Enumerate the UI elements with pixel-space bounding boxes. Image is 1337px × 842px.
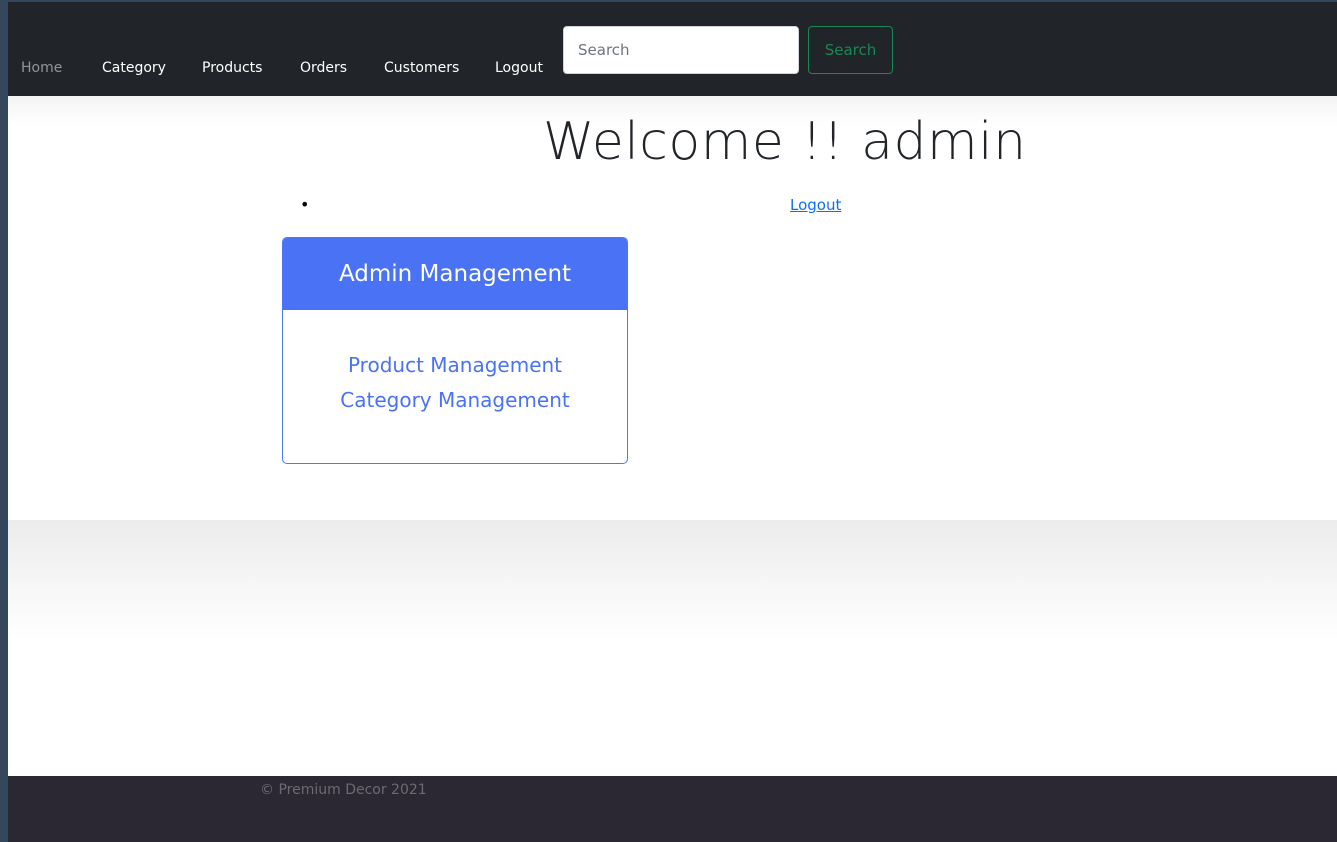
- category-management-link[interactable]: Category Management: [283, 388, 627, 412]
- welcome-heading: Welcome !! admin: [543, 112, 1027, 172]
- admin-management-card: Admin Management Product Management Cate…: [282, 237, 628, 464]
- nav-link-logout[interactable]: Logout: [495, 60, 543, 76]
- logout-link[interactable]: Logout: [790, 196, 841, 214]
- footer-copyright: © Premium Decor 2021: [260, 782, 427, 798]
- nav-link-products[interactable]: Products: [202, 60, 262, 76]
- list-bullet: •: [300, 195, 310, 214]
- page: Home Category Products Orders Customers …: [8, 2, 1337, 842]
- nav-link-customers[interactable]: Customers: [384, 60, 459, 76]
- nav-link-category[interactable]: Category: [102, 60, 166, 76]
- top-navbar: Home Category Products Orders Customers …: [8, 2, 1337, 96]
- nav-link-orders[interactable]: Orders: [300, 60, 347, 76]
- window-frame: Home Category Products Orders Customers …: [0, 0, 1337, 842]
- gradient-band: [8, 520, 1337, 640]
- nav-link-home[interactable]: Home: [21, 60, 62, 76]
- search-input[interactable]: [563, 26, 799, 74]
- footer: © Premium Decor 2021: [8, 776, 1337, 842]
- product-management-link[interactable]: Product Management: [283, 353, 627, 377]
- search-button[interactable]: Search: [808, 26, 893, 74]
- card-title: Admin Management: [283, 238, 627, 310]
